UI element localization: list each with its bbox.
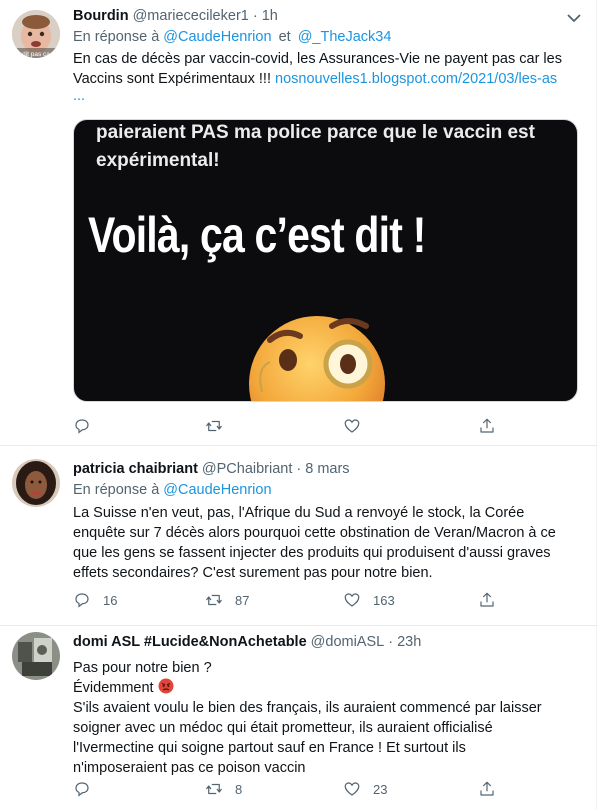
avatar[interactable] [12, 632, 60, 680]
text-line: effets secondaires? C'est surement pas p… [73, 565, 433, 581]
share-icon [480, 592, 494, 607]
reply-button[interactable] [73, 778, 103, 800]
text-line: En cas de décès par vaccin-covid, les As… [73, 51, 562, 67]
text-line: Pas pour notre bien ? [73, 660, 212, 676]
share-icon [480, 418, 494, 433]
like-button[interactable] [343, 415, 373, 437]
retweet-button[interactable]: 8 [205, 778, 242, 800]
share-button[interactable] [478, 589, 496, 611]
tweet-header: patricia chaibriant @PChaibriant · 8 mar… [73, 459, 583, 479]
retweet-icon [206, 420, 222, 432]
avatar[interactable]: dit pas ça [12, 10, 60, 58]
text-line: soigner avec un médoc qui était promette… [73, 720, 493, 736]
separator-dot: · [252, 8, 258, 24]
tweet-header: Bourdin @mariececileker1 · 1h [73, 6, 583, 26]
avatar-caption: dit pas ça [22, 51, 50, 58]
heart-icon [344, 782, 360, 796]
display-name[interactable]: patricia chaibriant [73, 459, 198, 479]
share-button[interactable] [478, 778, 496, 800]
reply-icon [75, 419, 89, 434]
separator-dot: · [296, 461, 302, 477]
reply-count: 16 [103, 592, 118, 608]
timestamp[interactable]: 1h [262, 6, 278, 26]
tweet-text: La Suisse n'en veut, pas, l'Afrique du S… [73, 503, 583, 583]
reply-context: En réponse à @CaudeHenrion [73, 480, 583, 500]
user-handle[interactable]: @domiASL [311, 632, 385, 652]
timestamp[interactable]: 8 mars [305, 459, 349, 479]
tweet-thread: dit pas ça Bourdin @mariececileker1 · 1h… [0, 0, 597, 810]
separator-dot: · [388, 634, 394, 650]
retweet-count: 8 [235, 781, 243, 797]
text-line: Vaccins sont Expérimentaux !!! [73, 71, 271, 87]
reply-separator: et [278, 29, 291, 45]
external-link[interactable]: nosnouvelles1.blogspot.com/2021/03/les-a… [275, 71, 557, 87]
text-line: que les gens se fassent injecter des pro… [73, 545, 551, 561]
timestamp[interactable]: 23h [397, 632, 421, 652]
text-line: La Suisse n'en veut, pas, l'Afrique du S… [73, 505, 525, 521]
retweet-button[interactable] [205, 415, 235, 437]
text-line: n'imposeraient pas ce poison vaccin [73, 760, 306, 776]
avatar[interactable] [12, 459, 60, 507]
tweet-text: En cas de décès par vaccin-covid, les As… [73, 49, 583, 103]
user-handle[interactable]: @mariececileker1 [133, 6, 249, 26]
monocle-emoji [249, 316, 385, 401]
retweet-button[interactable]: 87 [205, 589, 249, 611]
like-button[interactable]: 163 [343, 589, 395, 611]
mention-link[interactable]: @_TheJack34 [298, 29, 392, 45]
display-name[interactable]: Bourdin [73, 6, 129, 26]
tweet-text: Pas pour notre bien ? Évidemment S'ils a… [73, 658, 583, 778]
mention-link[interactable]: @CaudeHenrion [163, 482, 271, 498]
retweet-count: 87 [235, 592, 250, 608]
tweet[interactable]: domi ASL #Lucide&NonAchetable @domiASL ·… [0, 626, 597, 810]
link-ellipsis[interactable]: ... [73, 89, 583, 104]
tweet-actions: 8 23 [73, 778, 523, 800]
display-name[interactable]: domi ASL #Lucide&NonAchetable [73, 632, 307, 652]
text-line: enquête sur 7 décès alors pourquoi cette… [73, 525, 556, 541]
image-text-line: expérimental! [96, 150, 220, 171]
reply-prefix: En réponse à [73, 482, 160, 498]
tweet[interactable]: patricia chaibriant @PChaibriant · 8 mar… [0, 446, 597, 626]
image-headline: Voilà, ça c’est dit ! [88, 207, 426, 263]
like-button[interactable]: 23 [343, 778, 387, 800]
user-handle[interactable]: @PChaibriant [202, 459, 292, 479]
text-line: l'Ivermectine qui soigne partout sauf en… [73, 740, 466, 756]
reply-icon [75, 593, 89, 608]
like-count: 23 [373, 781, 388, 797]
tweet-actions: 16 87 163 [73, 589, 523, 611]
like-count: 163 [373, 592, 395, 608]
reply-button[interactable] [73, 415, 103, 437]
heart-icon [344, 593, 360, 607]
tweet-header: domi ASL #Lucide&NonAchetable @domiASL ·… [73, 632, 583, 652]
mention-link[interactable]: @CaudeHenrion [163, 29, 271, 45]
retweet-icon [206, 783, 222, 795]
text-line: Évidemment [73, 680, 154, 696]
tweet-actions [73, 415, 523, 437]
share-button[interactable] [478, 415, 496, 437]
heart-icon [344, 419, 360, 433]
text-line: S'ils avaient voulu le bien des français… [73, 700, 542, 716]
tweet-image[interactable]: paieraient PAS ma police parce que le va… [73, 119, 578, 402]
tweet[interactable]: dit pas ça Bourdin @mariececileker1 · 1h… [0, 0, 597, 446]
angry-face-emoji [158, 678, 174, 694]
reply-icon [75, 782, 89, 797]
share-icon [480, 781, 494, 796]
chevron-down-icon[interactable] [565, 12, 583, 24]
reply-button[interactable]: 16 [73, 589, 117, 611]
retweet-icon [206, 594, 222, 606]
image-text-line: paieraient PAS ma police parce que le va… [96, 122, 535, 143]
reply-context: En réponse à @CaudeHenrion et @_TheJack3… [73, 27, 583, 47]
reply-prefix: En réponse à [73, 29, 160, 45]
